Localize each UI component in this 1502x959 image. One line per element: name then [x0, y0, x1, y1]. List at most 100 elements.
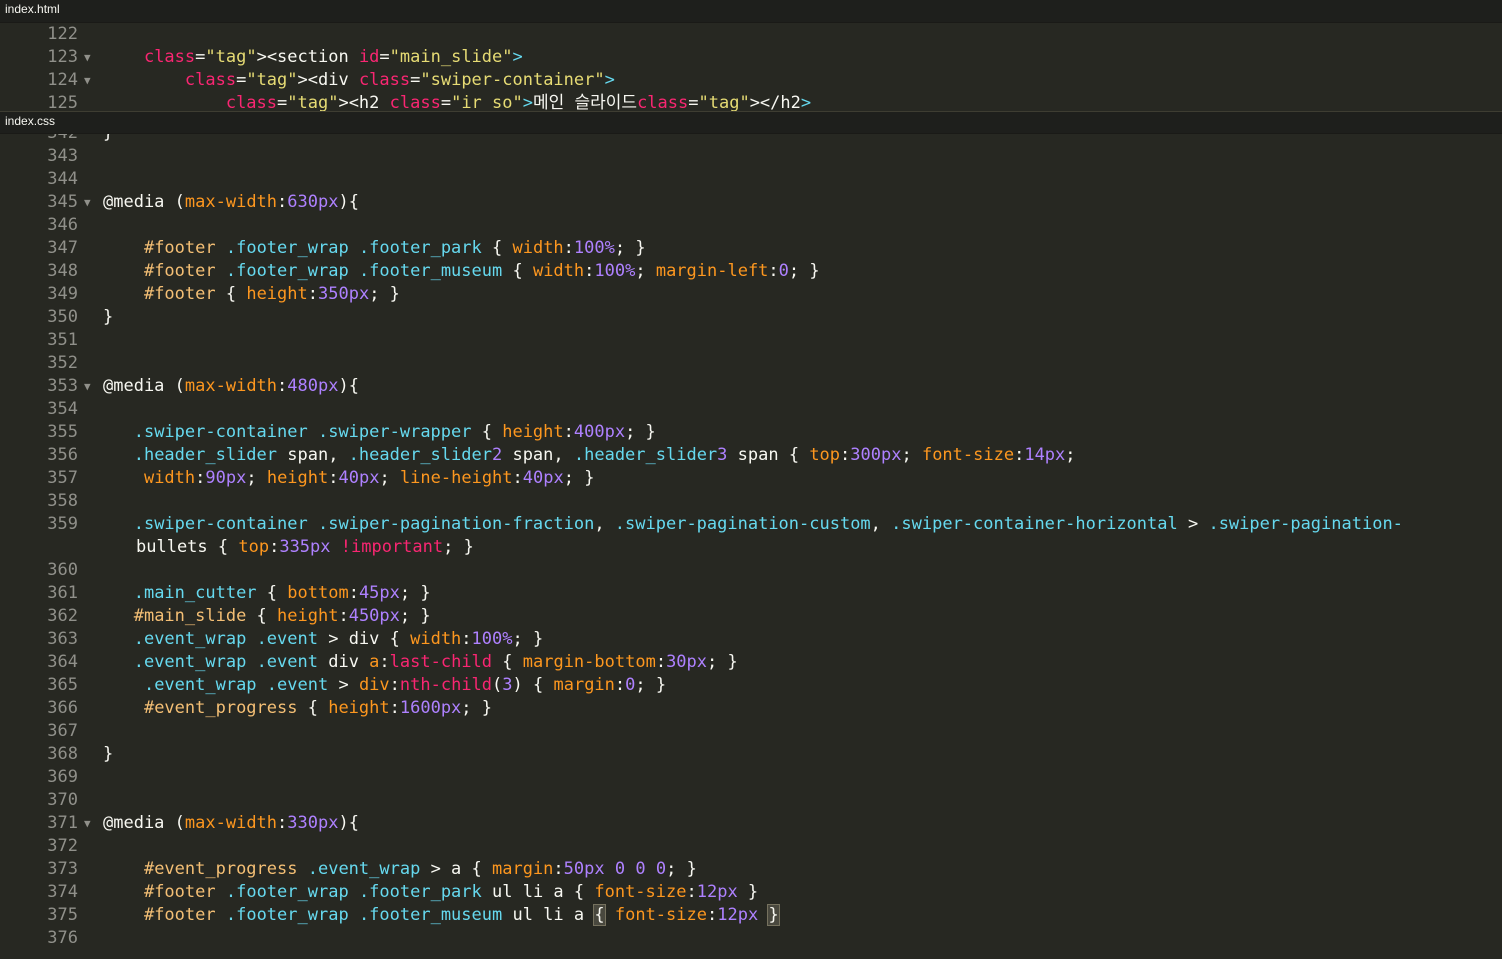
code-text[interactable]: #main_slide { height:450px; } — [103, 605, 431, 628]
css-line[interactable]: 359 .swiper-container .swiper-pagination… — [0, 513, 1502, 536]
line-number: 365 — [47, 675, 78, 695]
code-text[interactable]: .main_cutter { bottom:45px; } — [103, 582, 431, 605]
code-text[interactable]: #footer .footer_wrap .footer_park { widt… — [103, 237, 646, 260]
code-text[interactable]: @media (max-width:330px){ — [103, 812, 359, 835]
code-text[interactable]: .swiper-container .swiper-wrapper { heig… — [103, 421, 656, 444]
code-text[interactable]: #footer .footer_wrap .footer_museum { wi… — [103, 260, 820, 283]
bracket-match: } — [767, 904, 780, 926]
bracket-match: { — [593, 904, 606, 926]
code-text[interactable]: .event_wrap .event > div:nth-child(3) { … — [103, 674, 666, 697]
line-number: 363 — [47, 629, 78, 649]
code-text[interactable]: #footer { height:350px; } — [103, 283, 400, 306]
line-number: 376 — [47, 928, 78, 948]
line-number: 354 — [47, 399, 78, 419]
css-line[interactable]: 346 — [0, 214, 1502, 237]
line-number: 362 — [47, 606, 78, 626]
line-number: 349 — [47, 284, 78, 304]
css-line[interactable]: 343 — [0, 145, 1502, 168]
code-text[interactable]: #footer .footer_wrap .footer_park ul li … — [103, 881, 758, 904]
line-number: 366 — [47, 698, 78, 718]
css-line[interactable]: 372 — [0, 835, 1502, 858]
line-number: 360 — [47, 560, 78, 580]
html-line[interactable]: 122 — [0, 23, 1502, 46]
css-line[interactable]: 348 #footer .footer_wrap .footer_museum … — [0, 260, 1502, 283]
fold-arrow-icon[interactable]: ▼ — [84, 191, 91, 214]
code-text[interactable]: @media (max-width:480px){ — [103, 375, 359, 398]
code-text[interactable]: width:90px; height:40px; line-height:40p… — [103, 467, 595, 490]
code-text[interactable]: .event_wrap .event > div { width:100%; } — [103, 628, 544, 651]
fold-arrow-icon[interactable]: ▼ — [84, 375, 91, 398]
code-text[interactable]: #event_progress .event_wrap > a { margin… — [103, 858, 697, 881]
css-line[interactable]: 352 — [0, 352, 1502, 375]
css-line[interactable]: 373 #event_progress .event_wrap > a { ma… — [0, 858, 1502, 881]
line-number: 357 — [47, 468, 78, 488]
css-line[interactable]: 364 .event_wrap .event div a:last-child … — [0, 651, 1502, 674]
css-line[interactable]: 355 .swiper-container .swiper-wrapper { … — [0, 421, 1502, 444]
code-text[interactable]: .header_slider span, .header_slider2 spa… — [103, 444, 1076, 467]
css-line[interactable]: 350} — [0, 306, 1502, 329]
code-text[interactable]: @media (max-width:630px){ — [103, 191, 359, 214]
html-line[interactable]: 123 ▼ class="tag"><section id="main_slide… — [0, 46, 1502, 69]
css-line[interactable]: 354 — [0, 398, 1502, 421]
css-line[interactable]: 365 .event_wrap .event > div:nth-child(3… — [0, 674, 1502, 697]
css-line[interactable]: 345 ▼ @media (max-width:630px){ — [0, 191, 1502, 214]
line-number: 369 — [47, 767, 78, 787]
css-line[interactable]: 358 — [0, 490, 1502, 513]
line-number: 342 — [0, 134, 78, 145]
css-line[interactable]: 375 #footer .footer_wrap .footer_museum … — [0, 904, 1502, 927]
css-line[interactable]: 344 — [0, 168, 1502, 191]
css-line[interactable]: 357 width:90px; height:40px; line-height… — [0, 467, 1502, 490]
css-line[interactable]: 342} — [0, 134, 1502, 145]
fold-arrow-icon[interactable]: ▼ — [84, 812, 91, 835]
css-line[interactable]: 347 #footer .footer_wrap .footer_park { … — [0, 237, 1502, 260]
css-line[interactable]: 351 — [0, 329, 1502, 352]
code-text[interactable]: class="tag"><h2 class="ir_so">메인 슬라이드cla… — [103, 92, 811, 111]
css-line[interactable]: 376 — [0, 927, 1502, 950]
fold-arrow-icon[interactable]: ▼ — [84, 46, 91, 69]
code-text[interactable]: class="tag"><div class="swiper-container… — [103, 69, 615, 92]
css-line[interactable]: 368} — [0, 743, 1502, 766]
code-text[interactable]: } — [103, 134, 113, 145]
line-number: 122 — [47, 24, 78, 44]
css-line[interactable]: 362 #main_slide { height:450px; } — [0, 605, 1502, 628]
line-number: 353 — [47, 376, 78, 396]
line-number: 345 — [47, 192, 78, 212]
css-line[interactable]: 371 ▼ @media (max-width:330px){ — [0, 812, 1502, 835]
css-line[interactable]: 366 #event_progress { height:1600px; } — [0, 697, 1502, 720]
css-line[interactable]: 353 ▼ @media (max-width:480px){ — [0, 375, 1502, 398]
code-text[interactable]: #footer .footer_wrap .footer_museum ul l… — [103, 904, 780, 927]
html-line[interactable]: 124 ▼ class="tag"><div class="swiper-cont… — [0, 69, 1502, 92]
html-tab[interactable]: index.html — [0, 0, 1502, 23]
code-text[interactable]: } — [103, 306, 113, 329]
css-line[interactable]: 361 .main_cutter { bottom:45px; } — [0, 582, 1502, 605]
css-line[interactable]: 349 #footer { height:350px; } — [0, 283, 1502, 306]
line-number: 348 — [47, 261, 78, 281]
code-text[interactable]: .swiper-container .swiper-pagination-fra… — [103, 513, 1403, 536]
fold-arrow-icon[interactable]: ▼ — [84, 69, 91, 92]
css-line[interactable]: 363 .event_wrap .event > div { width:100… — [0, 628, 1502, 651]
css-line[interactable]: 367 — [0, 720, 1502, 743]
line-number: 361 — [47, 583, 78, 603]
css-line[interactable]: 369 — [0, 766, 1502, 789]
line-number: 125 — [47, 93, 78, 111]
code-text[interactable]: bullets { top:335px !important; } — [136, 536, 474, 559]
line-number: 350 — [47, 307, 78, 327]
code-text[interactable]: #event_progress { height:1600px; } — [103, 697, 492, 720]
css-line[interactable]: bullets { top:335px !important; } — [0, 536, 1502, 559]
line-number: 374 — [47, 882, 78, 902]
line-number: 358 — [47, 491, 78, 511]
code-text[interactable]: class="tag"><section id="main_slide"> — [103, 46, 523, 69]
css-line[interactable]: 370 — [0, 789, 1502, 812]
css-editor-pane[interactable]: 342}343344345▼@media (max-width:630px){3… — [0, 134, 1502, 952]
html-editor-pane[interactable]: 122 123 ▼ class="tag"><section id="main_sl… — [0, 23, 1502, 111]
css-line[interactable]: 360 — [0, 559, 1502, 582]
html-line[interactable]: 125 class="tag"><h2 class="ir_so">메인 슬라이… — [0, 92, 1502, 111]
line-number: 370 — [47, 790, 78, 810]
code-text[interactable]: } — [103, 743, 113, 766]
code-text[interactable]: .event_wrap .event div a:last-child { ma… — [103, 651, 738, 674]
css-line[interactable]: 356 .header_slider span, .header_slider2… — [0, 444, 1502, 467]
css-tab[interactable]: index.css — [0, 111, 1502, 134]
line-number: 343 — [47, 146, 78, 166]
line-number: 344 — [47, 169, 78, 189]
css-line[interactable]: 374 #footer .footer_wrap .footer_park ul… — [0, 881, 1502, 904]
